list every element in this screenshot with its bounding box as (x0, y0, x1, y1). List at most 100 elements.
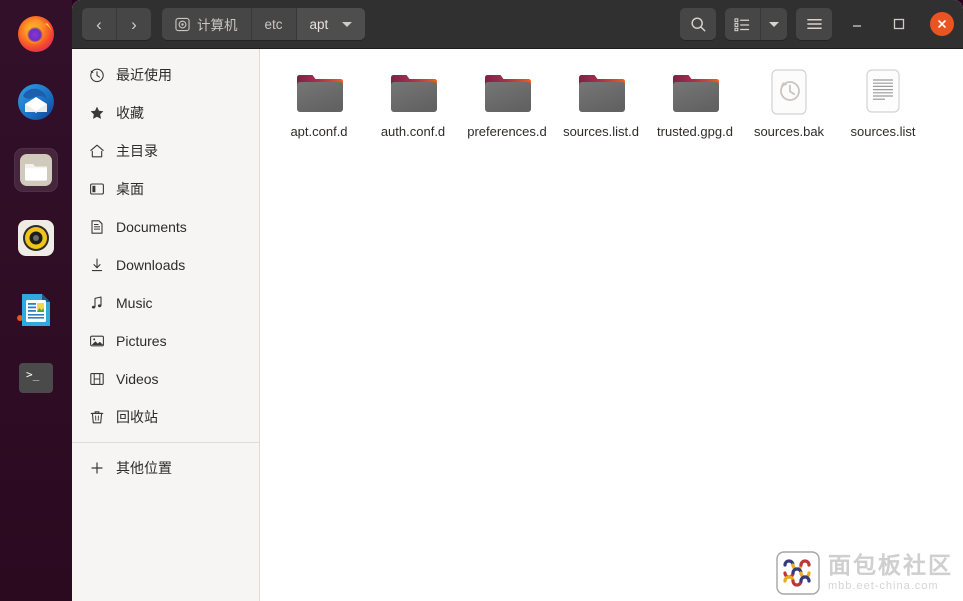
ubuntu-dock: >_ (0, 0, 72, 601)
breadcrumb-label-computer: 计算机 (197, 18, 238, 33)
terminal-icon: >_ (19, 363, 53, 393)
file-label: auth.conf.d (380, 124, 446, 139)
sidebar-item-desktop[interactable]: 桌面 (72, 170, 259, 208)
minimize-button[interactable] (846, 13, 868, 35)
main-menu-button[interactable] (796, 8, 832, 40)
desktop-screen: >_ ‹ › 计算机 etc apt 最近使用 收藏 主目录 桌面 Docume… (0, 0, 963, 601)
sidebar-label-other-locations: 其他位置 (116, 460, 172, 476)
file-item-sources-list-d[interactable]: sources.list.d (554, 63, 648, 144)
list-view-icon (734, 17, 750, 31)
libreoffice-writer-icon (22, 294, 50, 326)
search-button[interactable] (680, 8, 716, 40)
sidebar-item-home[interactable]: 主目录 (72, 132, 259, 170)
window-controls (846, 12, 954, 36)
sidebar-item-starred[interactable]: 收藏 (72, 94, 259, 132)
plus-icon (88, 460, 105, 477)
watermark-title: 面包板社区 (828, 552, 953, 578)
file-manager-window: ‹ › 计算机 etc apt 最近使用 收藏 主目录 桌面 Documents… (72, 0, 963, 601)
breadcrumb: 计算机 etc apt (162, 8, 366, 40)
file-grid: apt.conf.d auth.conf.d preferences.d sou… (272, 63, 963, 144)
window-body: 最近使用 收藏 主目录 桌面 Documents Downloads Music… (72, 49, 963, 601)
file-item-sources-list[interactable]: sources.list (836, 63, 930, 144)
dock-item-terminal[interactable]: >_ (14, 356, 58, 400)
file-grid-view[interactable]: apt.conf.d auth.conf.d preferences.d sou… (260, 49, 963, 601)
watermark-text: 面包板社区 mbb.eet-china.com (828, 554, 953, 592)
forward-chevron-icon: › (131, 14, 137, 34)
forward-button[interactable]: › (116, 8, 151, 40)
close-icon (938, 20, 946, 28)
rhythmbox-icon (18, 220, 54, 256)
sidebar-item-documents[interactable]: Documents (72, 208, 259, 246)
watermark: 面包板社区 mbb.eet-china.com (776, 551, 953, 595)
sidebar-item-other-locations[interactable]: 其他位置 (72, 449, 259, 487)
maximize-button[interactable] (888, 13, 910, 35)
sidebar-item-videos[interactable]: Videos (72, 360, 259, 398)
sidebar-label-desktop: 桌面 (116, 181, 144, 197)
folder-icon (387, 69, 439, 117)
watermark-logo-icon (776, 551, 820, 595)
watermark-subtitle: mbb.eet-china.com (828, 580, 939, 592)
sidebar-label-home: 主目录 (116, 143, 158, 159)
file-item-auth-conf-d[interactable]: auth.conf.d (366, 63, 460, 144)
breadcrumb-label-apt: apt (309, 16, 329, 32)
file-item-sources-bak[interactable]: sources.bak (742, 63, 836, 144)
list-view-button[interactable] (725, 8, 760, 40)
files-app-icon (20, 154, 52, 186)
file-label: preferences.d (467, 124, 547, 139)
back-button[interactable]: ‹ (82, 8, 116, 40)
file-label: sources.list (850, 124, 916, 139)
view-options-dropdown-button[interactable] (760, 8, 787, 40)
clock-icon (88, 67, 105, 84)
dock-item-firefox[interactable] (14, 12, 58, 56)
thunderbird-icon (18, 84, 54, 120)
folder-icon (669, 69, 721, 117)
folder-icon (293, 69, 345, 117)
navigation-buttons: ‹ › (82, 8, 151, 40)
sidebar-item-downloads[interactable]: Downloads (72, 246, 259, 284)
breadcrumb-item-computer[interactable]: 计算机 (162, 8, 252, 40)
desktop-icon (88, 181, 105, 198)
sidebar-label-downloads: Downloads (116, 257, 186, 273)
sidebar-item-recent[interactable]: 最近使用 (72, 56, 259, 94)
video-film-icon (88, 371, 105, 388)
picture-icon (88, 333, 105, 350)
download-icon (88, 257, 105, 274)
sidebar-item-pictures[interactable]: Pictures (72, 322, 259, 360)
dock-item-libreoffice-writer[interactable] (14, 288, 58, 332)
sidebar-label-music: Music (116, 295, 153, 311)
folder-icon (481, 69, 533, 117)
star-icon (88, 105, 105, 122)
breadcrumb-item-etc[interactable]: etc (251, 8, 297, 40)
sidebar-item-trash[interactable]: 回收站 (72, 398, 259, 436)
sidebar-label-trash: 回收站 (116, 409, 158, 425)
file-item-apt-conf-d[interactable]: apt.conf.d (272, 63, 366, 144)
music-note-icon (88, 295, 105, 312)
dock-item-files[interactable] (14, 148, 58, 321)
file-label: sources.list.d (563, 124, 639, 139)
svg-text:>_: >_ (26, 368, 40, 381)
file-label: trusted.gpg.d (657, 124, 733, 139)
dock-item-thunderbird[interactable] (14, 80, 58, 124)
folder-icon (575, 69, 627, 117)
sidebar-label-recent: 最近使用 (116, 67, 172, 83)
sidebar-label-videos: Videos (116, 371, 159, 387)
minimize-icon (853, 25, 861, 27)
sidebar-label-starred: 收藏 (116, 105, 144, 121)
backup-file-icon (763, 69, 815, 117)
document-icon (88, 219, 105, 236)
sidebar-divider (72, 442, 259, 443)
maximize-icon (893, 18, 905, 30)
firefox-icon (18, 16, 54, 52)
text-file-icon (857, 69, 909, 117)
file-label: sources.bak (753, 124, 825, 139)
sidebar-item-music[interactable]: Music (72, 284, 259, 322)
file-item-preferences-d[interactable]: preferences.d (460, 63, 554, 144)
sidebar-label-documents: Documents (116, 219, 187, 235)
dock-item-rhythmbox[interactable] (14, 216, 58, 260)
back-chevron-icon: ‹ (96, 14, 102, 34)
close-button[interactable] (930, 12, 954, 36)
trash-icon (88, 409, 105, 426)
breadcrumb-item-apt[interactable]: apt (296, 8, 366, 40)
hamburger-menu-icon (806, 19, 822, 29)
file-item-trusted-gpg-d[interactable]: trusted.gpg.d (648, 63, 742, 144)
